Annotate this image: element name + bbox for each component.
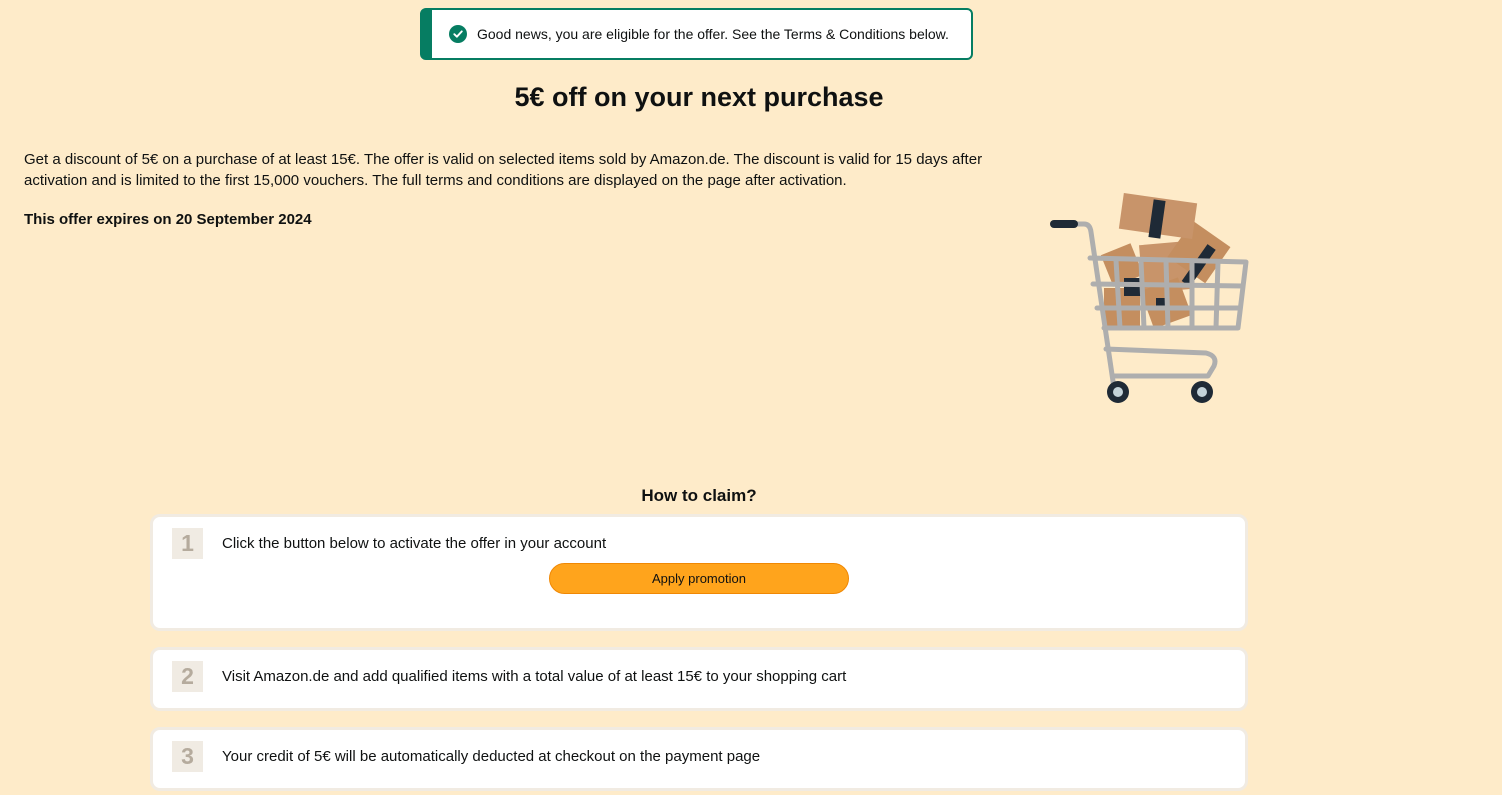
claim-step-1: 1 Click the button below to activate the… [150,514,1248,631]
eligibility-alert: Good news, you are eligible for the offe… [420,8,973,60]
apply-promotion-button[interactable]: Apply promotion [549,563,849,594]
step-text: Your credit of 5€ will be automatically … [222,748,761,765]
claim-step-3: 3 Your credit of 5€ will be automaticall… [150,727,1248,791]
step-number: 1 [172,528,203,559]
alert-message: Good news, you are eligible for the offe… [477,26,949,42]
cart-wheel-icon [1107,381,1213,403]
shopping-cart-illustration [1050,193,1249,403]
how-to-claim-title: How to claim? [641,486,757,505]
check-circle-icon [449,25,467,43]
cart-handle [1050,220,1078,228]
step-number: 3 [172,741,203,772]
offer-expiry: This offer expires on 20 September 2024 [24,211,312,228]
step-text: Click the button below to activate the o… [222,535,607,552]
offer-title: 5€ off on your next purchase [514,82,884,112]
step-number: 2 [172,661,203,692]
claim-step-2: 2 Visit Amazon.de and add qualified item… [150,647,1248,711]
step-text: Visit Amazon.de and add qualified items … [222,668,847,685]
offer-description: Get a discount of 5€ on a purchase of at… [24,151,983,189]
